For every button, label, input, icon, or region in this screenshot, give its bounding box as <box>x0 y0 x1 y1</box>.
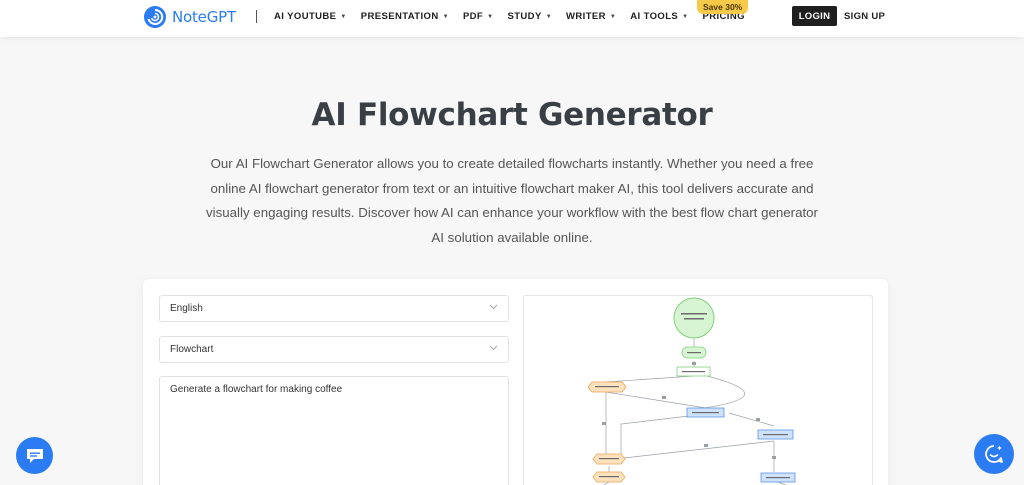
caret-down-icon: ▼ <box>545 13 553 20</box>
main-nav: AI YOUTUBE ▼ PRESENTATION ▼ PDF ▼ STUDY ▼ WR… <box>274 0 759 33</box>
language-select[interactable]: English <box>159 295 509 322</box>
edge-label <box>602 422 606 425</box>
assistant-button[interactable] <box>974 434 1014 474</box>
nav-label: PRESENTATION <box>360 11 439 22</box>
node-text <box>595 386 619 388</box>
edge-label <box>772 456 776 459</box>
chat-bubble-icon <box>26 448 43 463</box>
flowchart-diagram <box>587 297 796 485</box>
nav-presentation[interactable]: PRESENTATION ▼ <box>361 11 449 22</box>
top-navbar: NoteGPT AI YOUTUBE ▼ PRESENTATION ▼ PDF ▼ S… <box>0 0 1024 37</box>
edge-label <box>692 362 696 365</box>
nav-label: AI YOUTUBE <box>274 11 337 22</box>
caret-down-icon: ▼ <box>609 13 617 20</box>
edge-label <box>756 418 760 421</box>
flow-edge <box>623 440 775 459</box>
edge-label <box>662 396 666 399</box>
signup-button[interactable]: SIGN UP <box>844 6 885 26</box>
flow-edge <box>605 391 707 409</box>
node-text <box>681 313 707 315</box>
flowchart-preview[interactable] <box>523 295 873 485</box>
nav-label: WRITER <box>566 11 606 22</box>
node-text <box>684 318 704 320</box>
chevron-down-icon <box>489 344 498 353</box>
node-text <box>599 458 619 460</box>
chevron-down-icon <box>489 303 498 312</box>
caret-down-icon: ▼ <box>442 13 449 20</box>
caret-down-icon: ▼ <box>682 13 689 20</box>
nav-ai-youtube[interactable]: AI YOUTUBE ▼ <box>274 11 347 22</box>
page-title: AI Flowchart Generator <box>311 97 713 133</box>
chart-type-value: Flowchart <box>170 344 214 355</box>
generator-card: English Flowchart Generate a flowchart f… <box>143 279 888 485</box>
edge-label <box>704 444 708 447</box>
prompt-text: Generate a flowchart for making coffee <box>170 384 343 395</box>
nav-label: PDF <box>462 11 484 22</box>
nav-writer[interactable]: WRITER ▼ <box>566 11 616 22</box>
nav-label: STUDY <box>507 11 542 22</box>
logo-text: NoteGPT <box>172 8 236 26</box>
nav-study[interactable]: STUDY ▼ <box>507 11 552 22</box>
nav-divider <box>256 10 257 23</box>
language-value: English <box>170 303 203 314</box>
chart-type-select[interactable]: Flowchart <box>159 336 509 363</box>
nav-pdf[interactable]: PDF ▼ <box>463 11 494 22</box>
node-text <box>682 371 705 373</box>
chat-button[interactable] <box>16 437 53 474</box>
save-badge: Save 30% <box>697 0 749 14</box>
prompt-textarea[interactable]: Generate a flowchart for making coffee <box>159 376 509 485</box>
flow-edge <box>703 375 745 409</box>
nav-label: AI TOOLS <box>630 11 679 22</box>
page-description: Our AI Flowchart Generator allows you to… <box>206 156 818 245</box>
notegpt-logo-icon <box>144 6 166 28</box>
logo[interactable]: NoteGPT <box>144 5 236 29</box>
caret-down-icon: ▼ <box>340 13 347 20</box>
node-text <box>692 412 719 414</box>
node-text <box>763 434 788 436</box>
caret-down-icon: ▼ <box>487 13 494 20</box>
assistant-icon <box>985 445 1003 463</box>
node-text <box>599 476 619 478</box>
flow-edge <box>605 375 695 383</box>
nav-ai-tools[interactable]: AI TOOLS ▼ <box>630 11 688 22</box>
flow-edge <box>728 412 775 427</box>
flow-edge <box>620 413 707 454</box>
login-button[interactable]: LOGIN <box>792 6 837 26</box>
node-text <box>766 477 790 479</box>
node-text <box>687 352 701 354</box>
